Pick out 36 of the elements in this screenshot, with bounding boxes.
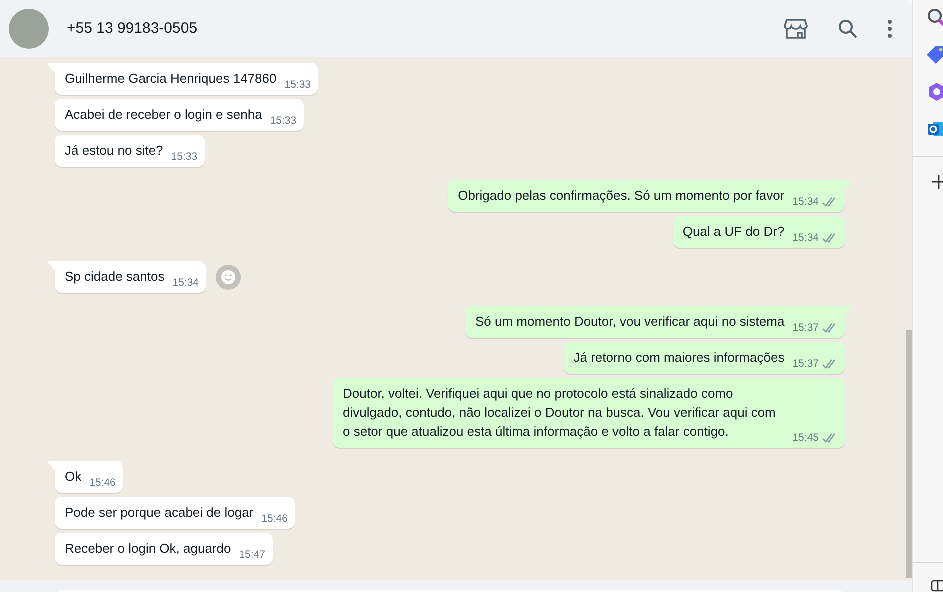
scrollbar-thumb[interactable]	[906, 330, 912, 578]
tag-icon[interactable]	[925, 45, 943, 65]
contact-name: +55 13 99183-0505	[67, 20, 199, 37]
message-time: 15:46	[90, 477, 116, 489]
message-time: 15:45	[792, 432, 819, 444]
store-icon[interactable]	[784, 18, 808, 40]
message-time: 15:33	[171, 151, 198, 163]
search-icon[interactable]	[927, 8, 943, 28]
message-text: Só um momento Doutor, vou verificar aqui no sistema	[475, 313, 785, 331]
message-text: Doutor, voltei. Verifiquei aqui que no protocolo está sinalizado como divulgado, contudo, não localizei o Doutor na busca. Vou verificar aqui com o setor que atualizou esta última informação e volto a falar contigo.	[343, 385, 777, 441]
message-time: 15:37	[792, 322, 819, 334]
hexagon-icon[interactable]	[927, 82, 943, 102]
message-text: Sp cidade santos	[65, 268, 165, 286]
message-time: 15:47	[239, 549, 266, 561]
message-text: Guilherme Garcia Henriques 147860	[65, 70, 277, 88]
message-time: 15:34	[792, 196, 819, 208]
message-text: Pode ser porque acabei de logar	[65, 504, 254, 522]
message-time: 15:46	[262, 513, 288, 525]
message-time: 15:37	[792, 358, 819, 370]
message-time: 15:34	[792, 232, 819, 244]
message-text: Já retorno com maiores informações	[574, 349, 785, 367]
message-text: Qual a UF do Dr?	[682, 223, 785, 241]
plus-icon[interactable]	[931, 174, 943, 190]
smiley-icon	[221, 270, 236, 284]
message-text: Obrigado pelas confirmações. Só um momento por favor	[458, 187, 785, 205]
message-text: Já estou no site?	[65, 142, 164, 160]
mail-icon[interactable]	[927, 119, 943, 139]
message-time: 15:34	[172, 277, 200, 289]
message-text: Ok	[65, 468, 82, 486]
split-panel-icon[interactable]	[931, 580, 943, 592]
message-text: Receber o login Ok, aguardo	[65, 540, 232, 558]
message-time: 15:33	[270, 115, 297, 127]
menu-icon[interactable]	[888, 20, 892, 38]
message-text: Acabei de receber o login e senha	[65, 106, 262, 124]
search-icon[interactable]	[838, 18, 858, 38]
message-time: 15:33	[284, 79, 312, 91]
